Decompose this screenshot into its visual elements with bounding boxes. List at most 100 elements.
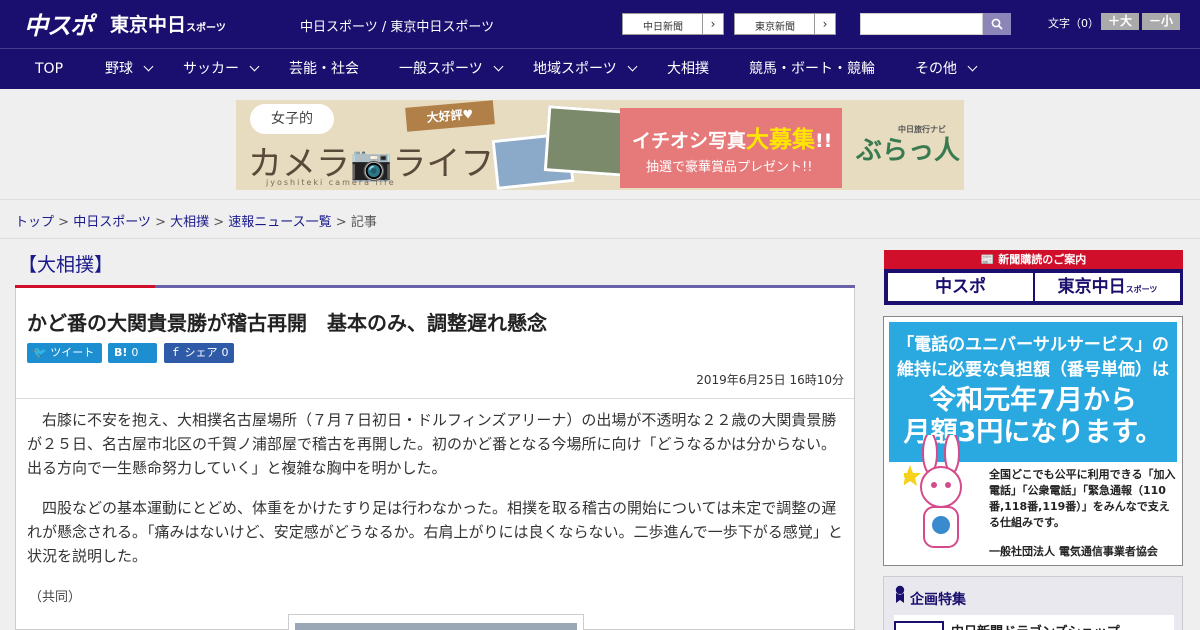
banner-subtitle: jyoshiteki camera life (266, 178, 396, 187)
chunichi-shimbun-link[interactable]: 中日新聞 › (622, 13, 724, 35)
divider (16, 398, 854, 399)
banner-photo (543, 105, 631, 177)
search-icon (991, 18, 1003, 30)
nav-sumo[interactable]: 大相撲 (667, 49, 709, 89)
nav-racing[interactable]: 競馬・ボート・競輪 (749, 49, 875, 89)
breadcrumb-sep: > (54, 215, 74, 230)
nav-entertainment[interactable]: 芸能・社会 (289, 49, 359, 89)
nav-label: 一般スポーツ (399, 61, 483, 77)
feature-item-label: 中日新聞ドラゴンズショップ (951, 621, 1120, 630)
bunny-mascot-icon (904, 435, 962, 548)
brand-text: ぶらっ人 (856, 136, 961, 166)
breadcrumb-sep: > (331, 215, 351, 230)
search-button[interactable] (983, 13, 1011, 35)
twitter-icon: 🐦 (33, 346, 47, 359)
nav-soccer[interactable]: サッカー (183, 49, 260, 89)
nav-label: 競馬・ボート・競輪 (749, 61, 875, 77)
universal-service-ad[interactable]: 「電話のユニバーサルサービス」の 維持に必要な負担額（番号単価）は 令和元年7月か… (883, 316, 1183, 566)
nav-label: サッカー (183, 61, 239, 77)
banner-headline-c: !! (815, 130, 833, 152)
divider (0, 238, 1200, 239)
breadcrumb-current: 記事 (350, 215, 377, 230)
breadcrumb-chunichi-sports[interactable]: 中日スポーツ (73, 215, 151, 230)
feature-title: 企画特集 (910, 592, 966, 608)
ad-line-1: 「電話のユニバーサルサービス」の 維持に必要な負担額（番号単価）は (889, 330, 1177, 380)
site-tagline: 中日スポーツ / 東京中日スポーツ (300, 20, 495, 35)
breadcrumb-sep: > (150, 215, 171, 230)
tweet-label: ツイート (50, 346, 95, 359)
article-credit: （共同） (29, 590, 82, 605)
subscribe-chuspo-button[interactable]: 中スポ (888, 273, 1033, 301)
banner-bubble: 女子的 (250, 104, 334, 134)
hatena-count: 0 (131, 346, 139, 359)
header-bar: 中スポ 東京中日スポーツ 中日スポーツ / 東京中日スポーツ 中日新聞 › 東京… (0, 0, 1200, 48)
banner-area: 女子的 カメラ📷ライフ jyoshiteki camera life 大好評♥ … (0, 89, 1200, 200)
search-input[interactable] (860, 13, 983, 35)
chevron-down-icon (249, 61, 260, 72)
article-category: 【大相撲】 (18, 254, 114, 276)
ad-description: 全国どこでも公平に利用できる「加入電話」「公衆電話」「緊急通報（110番,118… (989, 468, 1176, 529)
font-smaller-button[interactable]: －小 (1142, 13, 1180, 30)
tokyo-chunichi-logo-small: スポーツ (186, 23, 226, 34)
nav-general-sports[interactable]: 一般スポーツ (399, 49, 504, 89)
tokyo-chunichi-logo[interactable]: 東京中日スポーツ (110, 10, 226, 37)
subscribe-tokyo-chunichi-button[interactable]: 東京中日スポーツ (1035, 273, 1180, 301)
sub-logo2-small: スポーツ (1125, 285, 1158, 294)
facebook-count: 0 (221, 346, 229, 359)
banner-ribbon: 大好評♥ (405, 100, 495, 132)
burattobito-logo: 中日旅行ナビぶらっ人 (856, 125, 961, 167)
chevron-down-icon (627, 61, 638, 72)
article-photo-image (295, 623, 577, 630)
ad-line-1b: 維持に必要な負担額（番号単価）は (897, 360, 1169, 380)
breadcrumb-sumo[interactable]: 大相撲 (170, 215, 209, 230)
banner-pink-panel: イチオシ写真大募集!! 抽選で豪華賞品プレゼント!! (620, 108, 842, 188)
tokyo-chunichi-logo-text: 東京中日 (110, 14, 187, 36)
nav-label: その他 (915, 61, 957, 77)
chevron-down-icon (493, 61, 504, 72)
nav-baseball[interactable]: 野球 (105, 49, 154, 89)
tokyo-shimbun-link[interactable]: 東京新聞 › (734, 13, 836, 35)
banner-headline: イチオシ写真大募集!! (632, 120, 832, 154)
subscription-heading: 📰 新聞購読のご案内 (884, 250, 1183, 269)
font-larger-button[interactable]: ＋大 (1101, 13, 1139, 30)
chuspo-logo[interactable]: 中スポ (24, 6, 94, 41)
subscription-heading-text: 新聞購読のご案内 (998, 253, 1087, 266)
chevron-right-icon: › (814, 14, 835, 34)
nav-top[interactable]: TOP (35, 49, 63, 89)
chevron-right-icon: › (702, 14, 723, 34)
ribbon-icon (895, 585, 905, 603)
tokyo-shimbun-label: 東京新聞 (755, 22, 795, 33)
article-headline: かど番の大関貴景勝が稽古再開 基本のみ、調整遅れ懸念 (27, 311, 547, 335)
banner-headline-a: イチオシ写真 (632, 130, 747, 152)
chunichi-shimbun-label: 中日新聞 (643, 22, 683, 33)
newspaper-icon: 📰 (980, 253, 995, 266)
breadcrumb-news-list[interactable]: 速報ニュース一覧 (228, 215, 331, 230)
article-date: 2019年6月25日 16時10分 (696, 373, 844, 387)
article-paragraph: 四股などの基本運動にとどめ、体重をかけたすり足は行わなかった。相撲を取る稽古の開… (27, 499, 843, 565)
chevron-down-icon (143, 61, 154, 72)
chevron-down-icon (967, 61, 978, 72)
nav-other[interactable]: その他 (915, 49, 978, 89)
feature-box: 企画特集 中日新聞ドラゴンズショップ (883, 576, 1183, 630)
main-nav: TOP 野球 サッカー 芸能・社会 一般スポーツ 地域スポーツ 大相撲 競馬・ボ… (0, 48, 1200, 89)
ad-line-1a: 「電話のユニバーサルサービス」の (897, 335, 1169, 355)
ad-organization: 一般社団法人 電気通信事業者協会 (989, 545, 1158, 558)
feature-item[interactable]: 中日新聞ドラゴンズショップ (894, 615, 1174, 630)
hatena-bookmark-button[interactable]: B! 0 (108, 343, 157, 363)
nav-label: 地域スポーツ (533, 61, 617, 77)
nav-label: 大相撲 (667, 61, 709, 77)
font-size-label: 文字（0） (1048, 17, 1099, 30)
hatena-icon: B! (114, 346, 128, 359)
subscription-box: 📰 新聞購読のご案内 中スポ 東京中日スポーツ (884, 250, 1183, 305)
nav-regional-sports[interactable]: 地域スポーツ (533, 49, 638, 89)
camera-life-banner[interactable]: 女子的 カメラ📷ライフ jyoshiteki camera life 大好評♥ … (236, 100, 964, 190)
article-paragraph: 右膝に不安を抱え、大相撲名古屋場所（７月７日初日・ドルフィンズアリーナ）の出場が… (27, 411, 837, 477)
tweet-button[interactable]: 🐦 ツイート (27, 343, 102, 363)
banner-headline-b: 大募集 (746, 127, 816, 153)
brand-small: 中日旅行ナビ (898, 125, 946, 134)
breadcrumb-sep: > (209, 215, 229, 230)
article-photo[interactable] (288, 614, 584, 630)
sub-logo2-text: 東京中日 (1057, 277, 1126, 297)
facebook-share-button[interactable]: ｆ シェア 0 (164, 343, 234, 363)
breadcrumb-top[interactable]: トップ (15, 215, 54, 230)
